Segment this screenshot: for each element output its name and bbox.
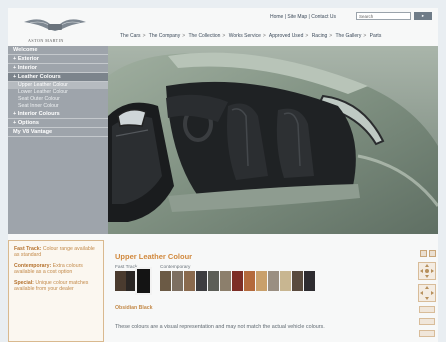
sidebar-item-options[interactable]: + Options [8,119,108,128]
sidebar-item-exterior[interactable]: + Exterior [8,55,108,64]
zoom-in-button[interactable] [419,306,435,313]
sidebar-item-interior[interactable]: + Interior [8,64,108,73]
sidebar-subitem-lower-leather[interactable]: Lower Leather Colour [8,89,108,96]
contemporary-swatch[interactable] [232,271,243,291]
page: ASTON MARTIN Home | Site Map | Contact U… [8,8,438,342]
nav-parts[interactable]: Parts [370,33,382,39]
contemporary-swatch[interactable] [292,271,303,291]
contemporary-swatch[interactable] [196,271,207,291]
nav-the-cars[interactable]: The Cars [120,33,141,39]
nav-the-company[interactable]: The Company [149,33,180,39]
nav-the-gallery[interactable]: The Gallery [336,33,362,39]
sidebar-item-interior-colours[interactable]: + Interior Colours [8,110,108,119]
contemporary-swatch[interactable] [172,271,183,291]
nav-racing[interactable]: Racing [312,33,328,39]
contemporary-label: Contemporary [160,265,191,270]
car-interior-view [108,46,438,234]
brand-name: ASTON MARTIN [28,38,64,43]
contemporary-swatch[interactable] [208,271,219,291]
sidebar-subitem-seat-outer[interactable]: Seat Outer Colour [8,96,108,103]
nav-works-service[interactable]: Works Service [229,33,261,39]
nav-approved-used[interactable]: Approved Used [269,33,303,39]
nav-the-collection[interactable]: The Collection [188,33,220,39]
contemporary-swatch[interactable] [160,271,171,291]
search-input[interactable]: Search [356,12,411,20]
contemporary-swatch[interactable] [256,271,267,291]
section-title: Upper Leather Colour [115,252,193,261]
reset-view-button[interactable] [419,330,435,337]
configurator-sidebar: Welcome + Exterior + Interior + Leather … [8,46,108,234]
search-go-button[interactable]: ▸ [414,12,432,20]
sidebar-item-my-v8-vantage[interactable]: My V8 Vantage [8,128,108,137]
view-toggle-a-icon[interactable] [420,250,427,257]
contemporary-swatch[interactable] [304,271,315,291]
colour-range-info: Fast Track: Colour range available as st… [8,240,104,342]
fast-track-swatch[interactable] [126,271,137,291]
fast-track-swatch[interactable] [135,267,152,295]
top-links: Home | Site Map | Contact Us [270,14,336,20]
sidebar-subitem-upper-leather[interactable]: Upper Leather Colour [8,82,108,89]
rotate-arrows-icon[interactable] [418,284,436,302]
view-toggle-b-icon[interactable] [429,250,436,257]
sidebar-item-welcome[interactable]: Welcome [8,46,108,55]
contemporary-swatch[interactable] [220,271,231,291]
contact-us-link[interactable]: Contact Us [311,14,336,20]
contemporary-swatch[interactable] [244,271,255,291]
sidebar-item-leather-colours[interactable]: + Leather Colours [8,73,108,82]
contemporary-swatch[interactable] [184,271,195,291]
contemporary-swatch[interactable] [268,271,279,291]
contemporary-swatch[interactable] [280,271,291,291]
selected-colour-name: Obsidian Black [115,305,153,311]
page-frame: ASTON MARTIN Home | Site Map | Contact U… [0,0,446,342]
home-link[interactable]: Home [270,14,283,20]
zoom-out-button[interactable] [419,318,435,325]
site-map-link[interactable]: Site Map [287,14,307,20]
main-nav: The Cars > The Company > The Collection > W… [120,33,382,39]
colour-disclaimer: These colours are a visual representatio… [115,324,325,330]
sidebar-subitem-seat-inner[interactable]: Seat Inner Colour [8,103,108,110]
fast-track-label: Fast Track [115,265,138,270]
fast-track-swatch[interactable] [115,271,126,291]
move-arrows-icon[interactable] [418,262,436,280]
